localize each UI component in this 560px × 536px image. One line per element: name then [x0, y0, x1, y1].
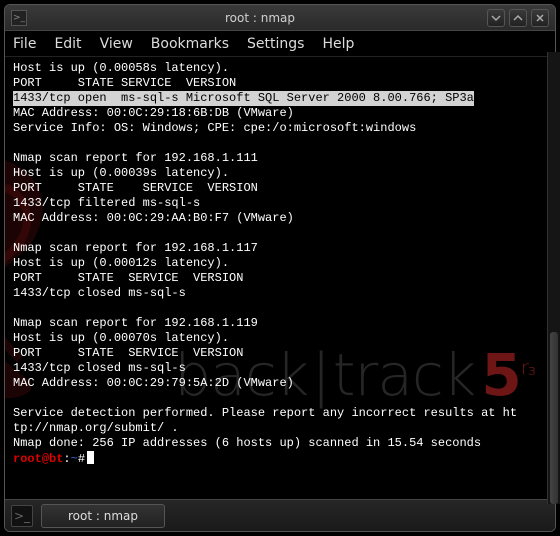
terminal-line: PORT STATE SERVICE VERSION	[13, 346, 547, 361]
chevron-down-icon	[491, 13, 501, 23]
terminal-line: tp://nmap.org/submit/ .	[13, 421, 547, 436]
prompt-symbol: #	[78, 452, 85, 466]
terminal-line: Nmap done: 256 IP addresses (6 hosts up)…	[13, 436, 547, 451]
terminal-line: MAC Address: 00:0C:29:79:5A:2D (VMware)	[13, 376, 547, 391]
menu-file[interactable]: File	[13, 36, 36, 52]
terminal-line	[13, 391, 547, 406]
terminal-line: Host is up (0.00058s latency).	[13, 61, 547, 76]
minimize-button[interactable]	[487, 9, 505, 27]
menu-view[interactable]: View	[100, 36, 133, 52]
terminal-line: PORT STATE SERVICE VERSION	[13, 181, 547, 196]
terminal-line: Host is up (0.00012s latency).	[13, 256, 547, 271]
terminal-line	[13, 226, 547, 241]
scrollbar-thumb[interactable]	[550, 332, 558, 504]
maximize-button[interactable]	[509, 9, 527, 27]
terminal-line: MAC Address: 00:0C:29:18:6B:DB (VMware)	[13, 106, 547, 121]
terminal-app-icon: >_	[11, 10, 27, 26]
terminal-line: Host is up (0.00039s latency).	[13, 166, 547, 181]
chevron-up-icon	[513, 13, 523, 23]
terminal-icon: >_	[14, 509, 30, 523]
cursor	[87, 451, 94, 464]
terminal-line: Service detection performed. Please repo…	[13, 406, 547, 421]
terminal-line	[13, 136, 547, 151]
terminal-prompt[interactable]: root@bt:~#	[13, 451, 547, 467]
terminal-line	[13, 301, 547, 316]
window: >_ root : nmap File Edit View Bookmarks …	[4, 4, 556, 532]
terminal-output[interactable]: Host is up (0.00058s latency).PORT STATE…	[5, 57, 555, 475]
prompt-host: bt	[49, 452, 63, 466]
menubar: File Edit View Bookmarks Settings Help	[5, 31, 555, 57]
terminal-line: PORT STATE SERVICE VERSION	[13, 76, 547, 91]
terminal-line: Nmap scan report for 192.168.1.111	[13, 151, 547, 166]
prompt-at: @	[42, 452, 49, 466]
terminal-viewport[interactable]: back|track5r₃ Host is up (0.00058s laten…	[5, 57, 555, 499]
menu-help[interactable]: Help	[322, 36, 354, 52]
terminal-line: Host is up (0.00070s latency).	[13, 331, 547, 346]
terminal-line: Service Info: OS: Windows; CPE: cpe:/o:m…	[13, 121, 547, 136]
terminal-line: 1433/tcp closed ms-sql-s	[13, 361, 547, 376]
menu-edit[interactable]: Edit	[54, 36, 81, 52]
window-title: root : nmap	[33, 11, 487, 25]
terminal-line: 1433/tcp filtered ms-sql-s	[13, 196, 547, 211]
window-controls	[487, 9, 549, 27]
scrollbar[interactable]	[547, 52, 560, 504]
terminal-line-highlighted: 1433/tcp open ms-sql-s Microsoft SQL Ser…	[13, 91, 547, 106]
titlebar[interactable]: >_ root : nmap	[5, 5, 555, 31]
terminal-line: MAC Address: 00:0C:29:AA:B0:F7 (VMware)	[13, 211, 547, 226]
taskbar-item-label: root : nmap	[68, 509, 138, 523]
menu-bookmarks[interactable]: Bookmarks	[151, 36, 229, 52]
close-button[interactable]	[531, 9, 549, 27]
terminal-line: Nmap scan report for 192.168.1.119	[13, 316, 547, 331]
terminal-line: Nmap scan report for 192.168.1.117	[13, 241, 547, 256]
taskbar-item[interactable]: root : nmap	[41, 504, 165, 528]
prompt-user: root	[13, 452, 42, 466]
close-icon	[535, 13, 545, 23]
new-tab-button[interactable]: >_	[11, 505, 33, 527]
terminal-line: 1433/tcp closed ms-sql-s	[13, 286, 547, 301]
menu-settings[interactable]: Settings	[247, 36, 304, 52]
prompt-colon: :	[63, 452, 70, 466]
terminal-line: PORT STATE SERVICE VERSION	[13, 271, 547, 286]
prompt-path: ~	[71, 452, 78, 466]
taskbar: >_ root : nmap	[5, 499, 555, 531]
